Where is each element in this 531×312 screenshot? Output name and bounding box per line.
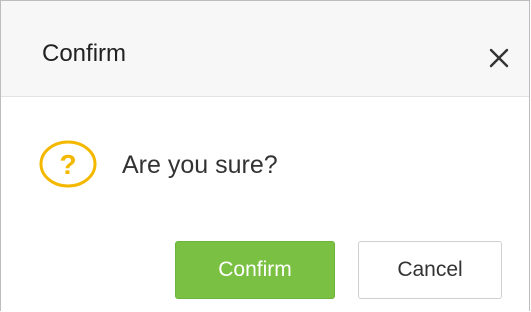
cancel-button[interactable]: Cancel (358, 241, 502, 299)
confirm-message: Are you sure? (122, 151, 278, 179)
question-icon: ? (39, 140, 97, 188)
svg-text:?: ? (59, 149, 76, 180)
dialog-body: ? Are you sure? Confirm Cancel (1, 97, 529, 312)
confirm-dialog: Confirm ? Are you sure? Confirm Cancel (0, 0, 530, 311)
confirm-button[interactable]: Confirm (175, 241, 335, 299)
close-button[interactable] (479, 41, 519, 75)
close-icon (489, 48, 509, 68)
dialog-header: Confirm (1, 1, 529, 97)
dialog-title: Confirm (42, 40, 127, 67)
